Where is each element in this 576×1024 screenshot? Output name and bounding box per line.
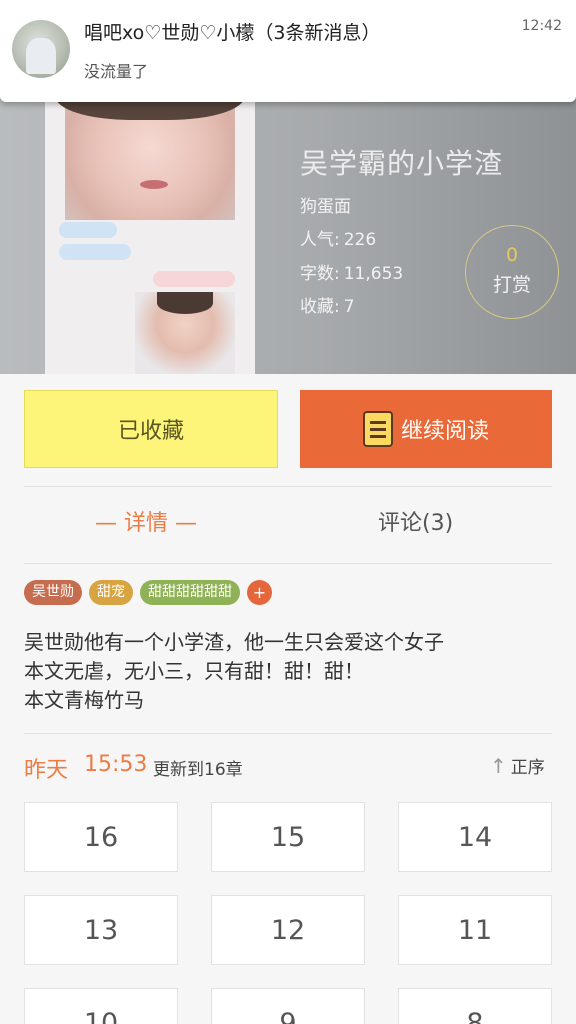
- notification-message: 没流量了: [84, 62, 149, 81]
- notification-time: 12:42: [521, 18, 562, 34]
- notification-title: 唱吧xo♡世勋♡小檬（3条新消息）: [84, 22, 381, 44]
- book-cover-image[interactable]: [45, 60, 255, 374]
- tab-comments[interactable]: 评论(3): [378, 505, 453, 537]
- divider: [24, 486, 552, 487]
- chapter-button[interactable]: 9: [211, 988, 365, 1024]
- favorites-value: 7: [343, 297, 355, 317]
- message-notification[interactable]: 唱吧xo♡世勋♡小檬（3条新消息） 没流量了 12:42: [0, 0, 576, 102]
- book-favorites: 收藏: 7: [300, 292, 355, 317]
- update-text: 更新到16章: [153, 760, 243, 780]
- tag-item[interactable]: 甜甜甜甜甜甜: [140, 580, 240, 605]
- word-count-value: 11,653: [343, 264, 404, 284]
- favorited-label: 已收藏: [117, 419, 184, 444]
- sort-toggle[interactable]: ↑ 正序: [490, 753, 545, 779]
- word-count-label: 字数:: [300, 264, 340, 284]
- divider: [24, 733, 552, 734]
- cover-chat-bubble: [153, 271, 235, 287]
- chapter-button[interactable]: 12: [211, 895, 365, 965]
- chapter-button[interactable]: 11: [398, 895, 552, 965]
- book-popularity: 人气: 226: [300, 225, 376, 250]
- description-line: 吴世勋他有一个小学渣，他一生只会爱这个女子: [24, 630, 444, 654]
- favorites-label: 收藏:: [300, 297, 340, 317]
- continue-reading-button[interactable]: 继续阅读: [300, 390, 552, 468]
- chapter-button[interactable]: 15: [211, 802, 365, 872]
- reward-button[interactable]: 0 打赏: [465, 225, 559, 319]
- book-icon: [362, 411, 393, 447]
- tag-list: 吴世勋 甜宠 甜甜甜甜甜甜 +: [24, 580, 272, 605]
- cover-photo: [135, 292, 235, 374]
- chapter-button[interactable]: 16: [24, 802, 178, 872]
- update-day: 昨天: [24, 758, 69, 783]
- book-title: 吴学霸的小学渣: [300, 147, 504, 180]
- book-word-count: 字数: 11,653: [300, 259, 403, 284]
- tag-item[interactable]: 吴世勋: [24, 580, 82, 605]
- favorited-button[interactable]: 已收藏: [24, 390, 278, 468]
- update-time: 15:53: [84, 752, 148, 777]
- avatar: [12, 20, 70, 78]
- continue-reading-label: 继续阅读: [400, 419, 489, 444]
- reward-count: 0: [505, 244, 519, 266]
- book-author[interactable]: 狗蛋面: [300, 192, 351, 217]
- chapter-button[interactable]: 13: [24, 895, 178, 965]
- reward-label: 打赏: [492, 274, 531, 296]
- chapter-button[interactable]: 10: [24, 988, 178, 1024]
- cover-chat-bubble: [59, 244, 131, 260]
- add-tag-button[interactable]: +: [247, 580, 272, 605]
- description-line: 本文青梅竹马: [24, 688, 144, 712]
- tab-detail[interactable]: — 详情 —: [95, 505, 197, 537]
- chapter-button[interactable]: 8: [398, 988, 552, 1024]
- tag-item[interactable]: 甜宠: [89, 580, 133, 605]
- divider: [24, 563, 552, 564]
- cover-chat-bubble: [59, 222, 117, 238]
- chapter-grid: 16 15 14 13 12 11 10 9 8: [24, 802, 552, 1024]
- chapter-button[interactable]: 14: [398, 802, 552, 872]
- description-line: 本文无虐，无小三，只有甜！甜！甜！: [24, 659, 364, 683]
- arrow-up-icon: ↑: [490, 753, 507, 778]
- book-description: 吴世勋他有一个小学渣，他一生只会爱这个女子 本文无虐，无小三，只有甜！甜！甜！ …: [24, 628, 444, 715]
- popularity-label: 人气:: [300, 230, 340, 250]
- popularity-value: 226: [343, 230, 377, 250]
- sort-label: 正序: [510, 758, 545, 778]
